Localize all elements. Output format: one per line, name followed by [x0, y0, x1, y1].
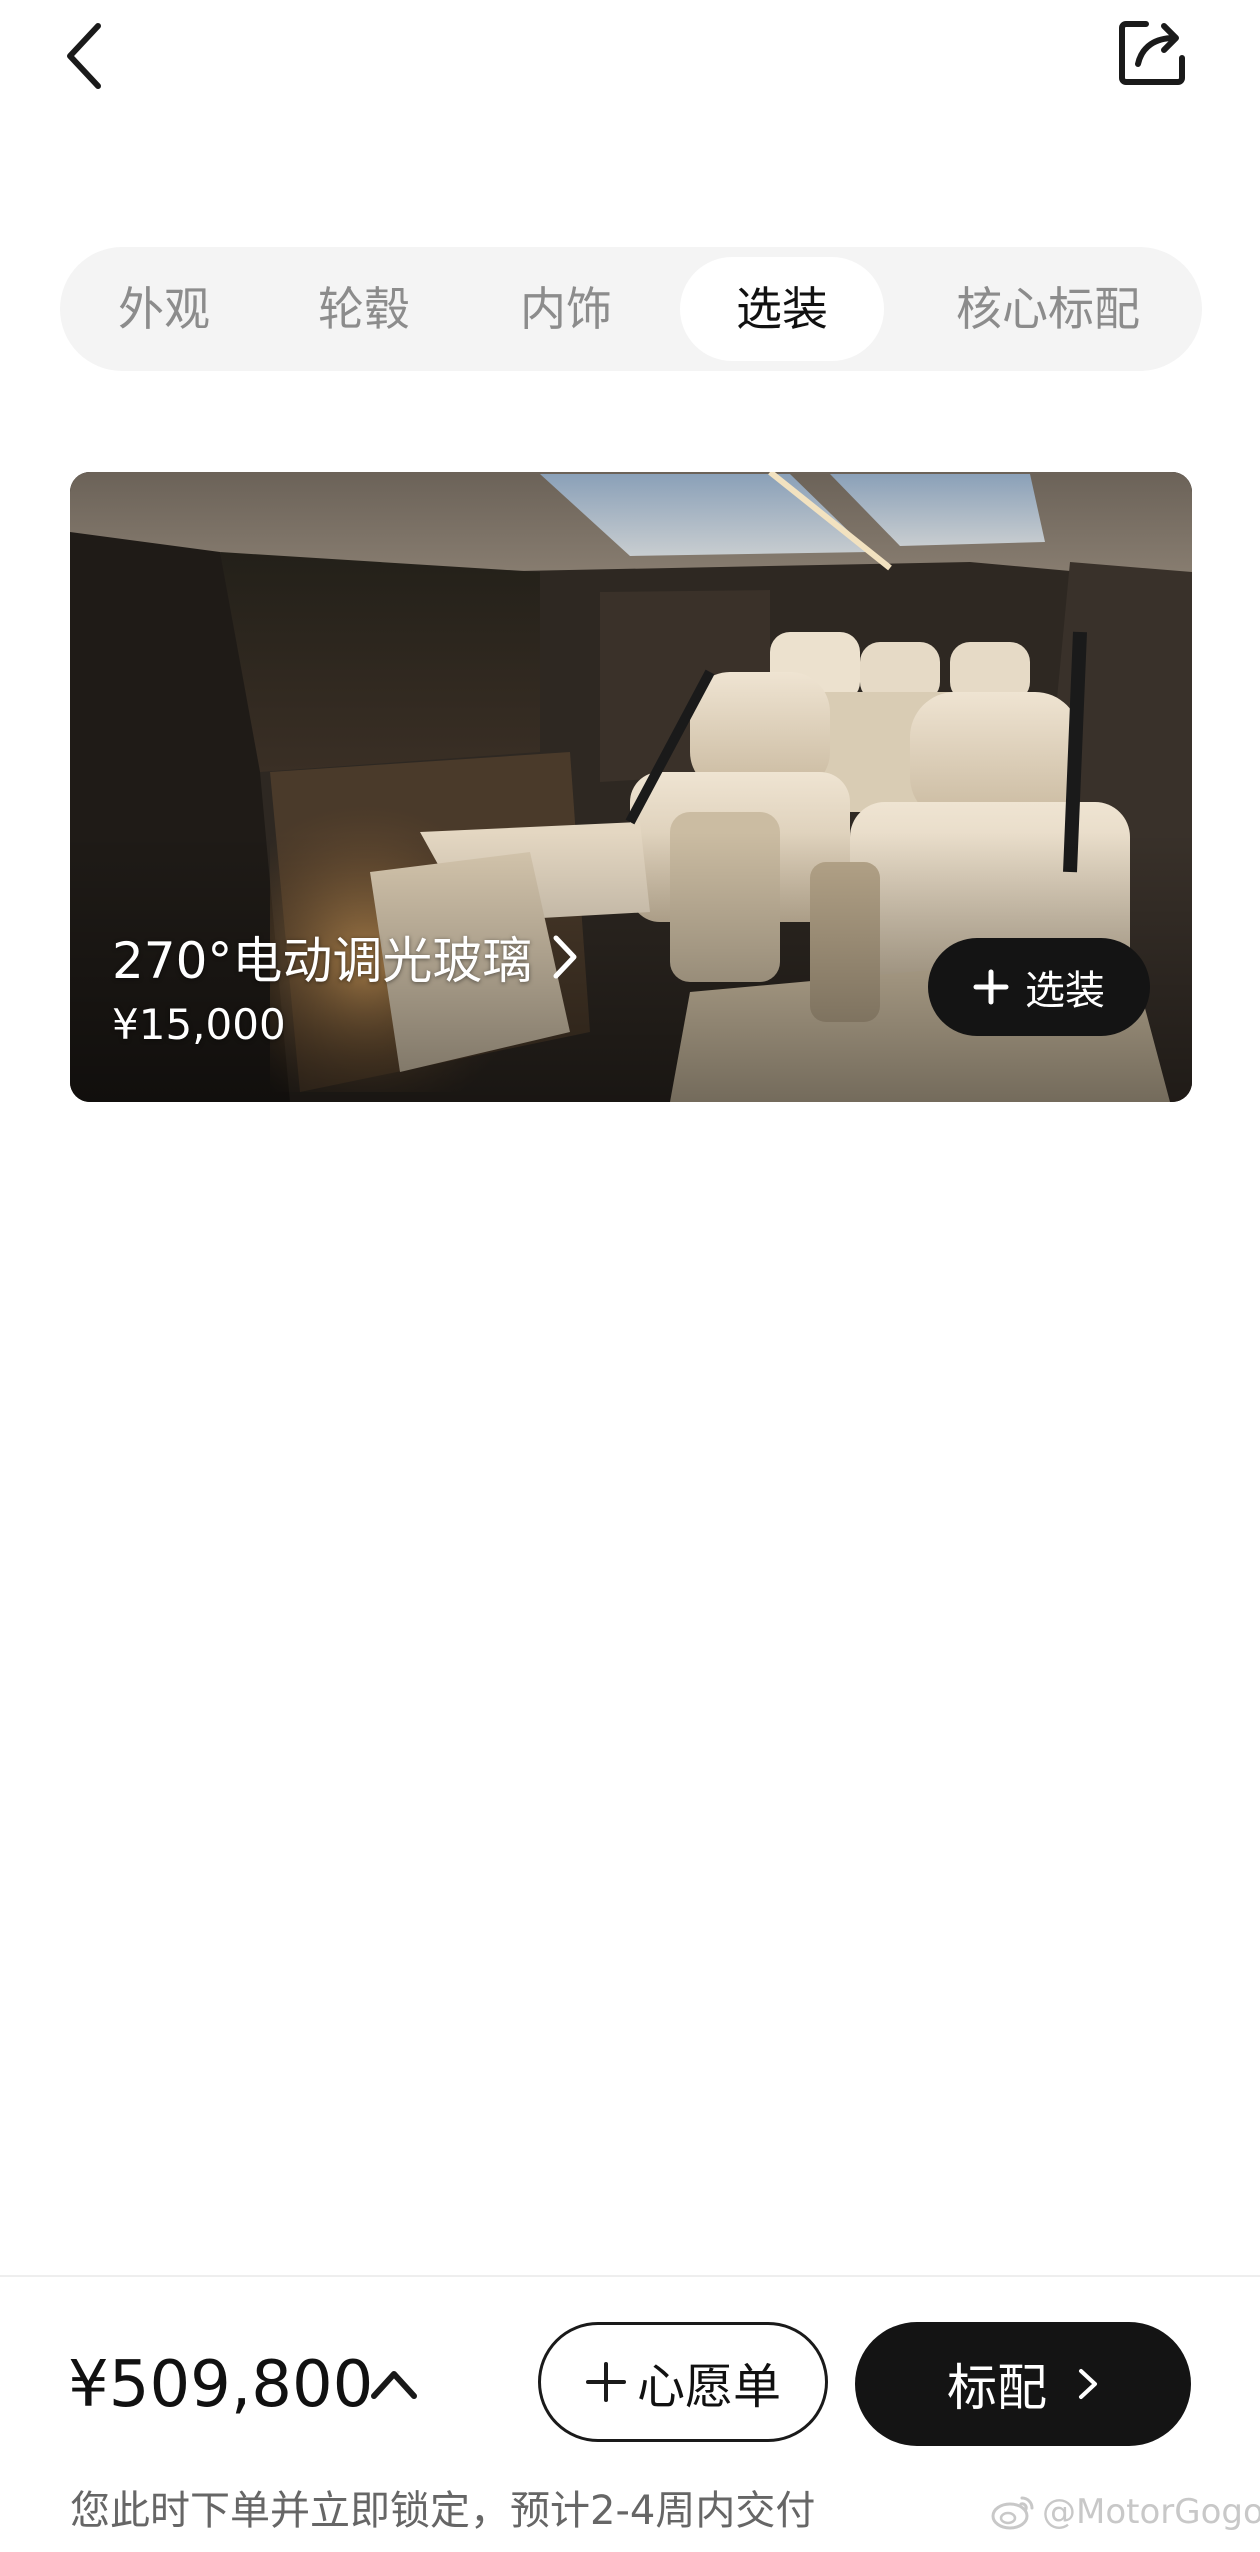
share-icon — [1119, 21, 1185, 85]
chevron-left-icon — [67, 23, 101, 89]
option-title-link[interactable]: 270°电动调光玻璃 — [112, 922, 580, 992]
chevron-right-icon — [1079, 2369, 1097, 2399]
plus-icon — [585, 2362, 626, 2402]
watermark-text: @MotorGogo — [1042, 2492, 1260, 2532]
footer-divider — [0, 2275, 1260, 2277]
tab-core-standard[interactable]: 核心标配 — [922, 257, 1174, 361]
option-title: 270°电动调光玻璃 — [112, 932, 533, 990]
option-price: ¥15,000 — [112, 1000, 286, 1049]
tab-wheels[interactable]: 轮毂 — [274, 257, 454, 361]
delivery-note: 您此时下单并立即锁定，预计2-4周内交付 — [70, 2488, 816, 2534]
tab-interior[interactable]: 内饰 — [476, 257, 656, 361]
chevron-right-icon — [553, 935, 577, 979]
standard-config-button[interactable]: 标配 — [855, 2322, 1191, 2446]
total-price: ¥509,800 — [68, 2348, 374, 2422]
tab-exterior[interactable]: 外观 — [74, 257, 254, 361]
standard-config-label: 标配 — [947, 2359, 1047, 2417]
watermark: @MotorGogo — [990, 2486, 1260, 2538]
plus-icon — [973, 969, 1009, 1005]
top-bar — [0, 0, 1260, 120]
add-option-button[interactable]: 选装 — [928, 938, 1150, 1036]
wishlist-label: 心愿单 — [636, 2359, 781, 2415]
chevron-up-icon — [371, 2371, 417, 2399]
category-tabs: 外观 轮毂 内饰 选装 核心标配 — [60, 247, 1202, 371]
option-card[interactable]: 270°电动调光玻璃 ¥15,000 选装 — [70, 472, 1192, 1102]
tab-options[interactable]: 选装 — [680, 257, 884, 361]
weibo-logo-icon — [991, 2496, 1034, 2530]
share-button[interactable] — [1116, 16, 1190, 90]
wishlist-button[interactable]: 心愿单 — [538, 2322, 828, 2442]
price-details-toggle[interactable] — [368, 2362, 420, 2406]
back-button[interactable] — [56, 14, 116, 94]
add-option-label: 选装 — [1025, 968, 1105, 1014]
